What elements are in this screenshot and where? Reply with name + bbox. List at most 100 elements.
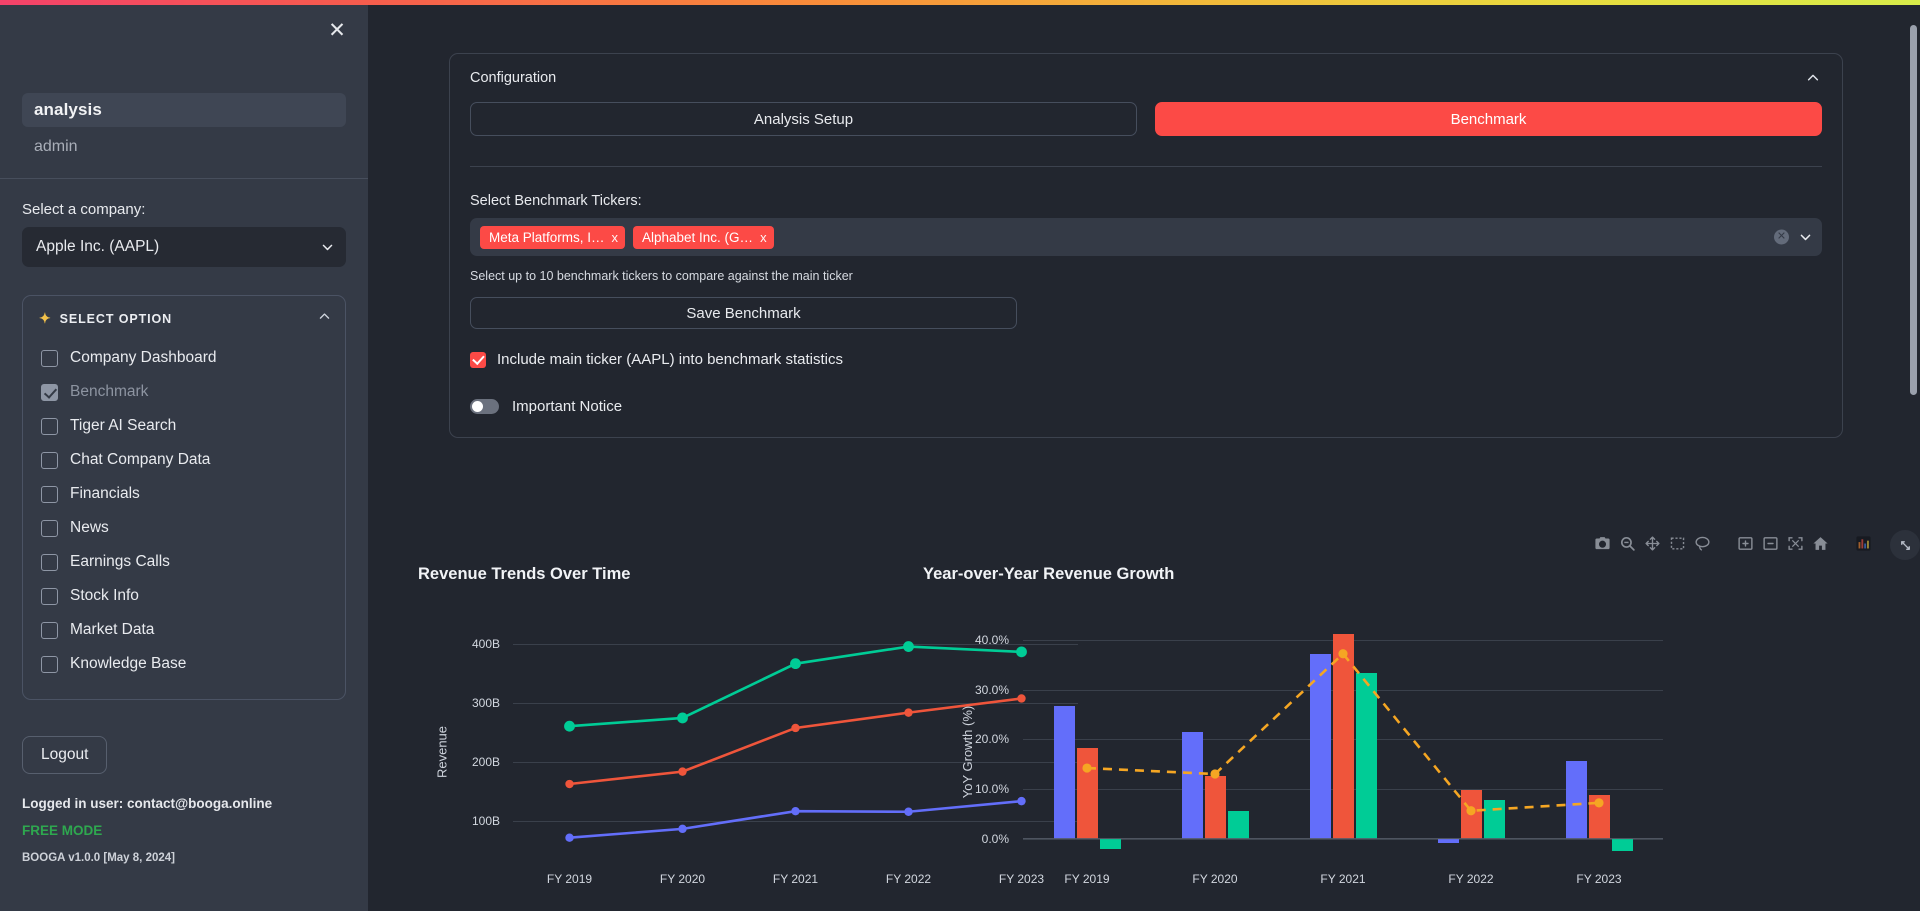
configuration-panel: Configuration Analysis Setup Benchmark S… — [449, 53, 1843, 438]
chevron-up-icon[interactable] — [318, 310, 331, 323]
save-benchmark-button[interactable]: Save Benchmark — [470, 297, 1017, 329]
chevron-down-icon — [321, 241, 334, 254]
checkbox-unchecked-icon — [41, 655, 58, 673]
lasso-select-icon[interactable] — [1694, 535, 1711, 552]
bar[interactable] — [1588, 794, 1610, 839]
data-point[interactable] — [903, 641, 914, 652]
data-point[interactable] — [678, 767, 687, 776]
x-tick-label: FY 2019 — [1064, 872, 1110, 886]
option-row[interactable]: Company Dashboard — [39, 341, 329, 375]
bar[interactable] — [1204, 775, 1226, 839]
option-label: Earnings Calls — [70, 553, 170, 570]
ticker-chip[interactable]: Alphabet Inc. (G… x — [633, 225, 774, 249]
pan-icon[interactable] — [1644, 535, 1661, 552]
data-point[interactable] — [678, 824, 687, 834]
option-row[interactable]: Stock Info — [39, 579, 329, 613]
clear-all-icon[interactable]: ✕ — [1774, 229, 1789, 245]
bar[interactable] — [1460, 789, 1482, 839]
remove-chip-icon[interactable]: x — [760, 230, 767, 245]
option-row[interactable]: Knowledge Base — [39, 647, 329, 681]
toggle-switch-off-icon — [470, 399, 499, 414]
close-icon[interactable]: ✕ — [324, 19, 350, 45]
data-point[interactable] — [677, 712, 688, 724]
chart-title: Year-over-Year Revenue Growth — [923, 565, 1175, 583]
account-mode-badge: FREE MODE — [22, 823, 103, 838]
camera-icon[interactable] — [1594, 535, 1611, 552]
logout-button[interactable]: Logout — [22, 736, 108, 774]
bar[interactable] — [1437, 838, 1459, 843]
vertical-scrollbar[interactable] — [1910, 25, 1917, 395]
sidebar: ✕ analysis admin Select a company: Apple… — [0, 5, 368, 911]
option-row[interactable]: Chat Company Data — [39, 443, 329, 477]
option-list: Company Dashboard Benchmark Tiger AI Searc… — [39, 341, 329, 681]
option-row[interactable]: Market Data — [39, 613, 329, 647]
app-name: analysis — [22, 93, 346, 127]
bar[interactable] — [1611, 838, 1633, 851]
autoscale-icon[interactable] — [1787, 535, 1804, 552]
option-label: Financials — [70, 485, 140, 502]
data-point[interactable] — [904, 807, 913, 816]
data-point[interactable] — [790, 658, 801, 670]
zoom-out-icon[interactable] — [1762, 535, 1779, 552]
bar[interactable] — [1076, 747, 1098, 839]
data-point[interactable] — [791, 723, 800, 733]
checkbox-unchecked-icon — [41, 485, 58, 503]
ticker-chip-label: Alphabet Inc. (G… — [642, 229, 754, 245]
data-point[interactable] — [904, 708, 913, 717]
bar[interactable] — [1483, 799, 1505, 839]
box-select-icon[interactable] — [1669, 535, 1686, 552]
company-select[interactable]: Apple Inc. (AAPL) — [22, 227, 346, 267]
x-tick-label: FY 2020 — [1192, 872, 1238, 886]
option-row[interactable]: Financials — [39, 477, 329, 511]
benchmark-tickers-input[interactable]: Meta Platforms, I… x Alphabet Inc. (G… x… — [470, 218, 1822, 256]
y-tick-label: 20.0% — [974, 732, 1009, 747]
bar[interactable] — [1099, 838, 1121, 849]
bar-plot-area[interactable]: YoY Growth (%) 0.0% 10.0% 20.0% 30.0% 40.0% F… — [923, 602, 1703, 902]
checkbox-unchecked-icon — [41, 553, 58, 571]
important-notice-toggle[interactable]: Important Notice — [470, 398, 1822, 415]
checkbox-checked-icon — [470, 351, 486, 368]
zoom-in-icon[interactable] — [1737, 535, 1754, 552]
option-row[interactable]: Earnings Calls — [39, 545, 329, 579]
bar[interactable] — [1181, 731, 1203, 839]
select-option-header[interactable]: ✦ SELECT OPTION — [39, 310, 331, 327]
option-row[interactable]: Benchmark — [39, 375, 329, 409]
bar[interactable] — [1355, 673, 1377, 839]
plot-modebar — [1594, 535, 1872, 552]
checkbox-unchecked-icon — [41, 587, 58, 605]
remove-chip-icon[interactable]: x — [612, 230, 619, 245]
bar[interactable] — [1565, 761, 1587, 839]
tab-analysis-setup[interactable]: Analysis Setup — [470, 102, 1137, 136]
zoom-icon[interactable] — [1619, 535, 1636, 552]
bar[interactable] — [1309, 653, 1331, 839]
expand-fullscreen-icon[interactable] — [1890, 530, 1920, 560]
gradient-accent-bar — [0, 0, 1920, 5]
option-label: Company Dashboard — [70, 349, 217, 366]
bar[interactable] — [1227, 811, 1249, 839]
sidebar-header: analysis admin — [0, 5, 368, 156]
select-option-card: ✦ SELECT OPTION Company Dashboard Benchma… — [22, 295, 346, 700]
x-tick-label: FY 2021 — [1320, 872, 1366, 886]
company-select-value: Apple Inc. (AAPL) — [36, 238, 160, 255]
bar[interactable] — [1053, 705, 1075, 839]
y-tick-label: 40.0% — [974, 632, 1009, 647]
include-main-ticker-checkbox[interactable]: Include main ticker (AAPL) into benchmar… — [470, 351, 1822, 368]
chevron-down-icon[interactable] — [1799, 231, 1812, 244]
home-reset-icon[interactable] — [1812, 535, 1829, 552]
option-label: Market Data — [70, 621, 155, 638]
checkbox-unchecked-icon — [41, 519, 58, 537]
option-row[interactable]: News — [39, 511, 329, 545]
plotly-logo-icon[interactable] — [1855, 535, 1872, 552]
checkbox-checked-icon — [41, 383, 58, 401]
data-point[interactable] — [565, 779, 574, 789]
checkbox-unchecked-icon — [41, 621, 58, 639]
data-point[interactable] — [565, 833, 574, 842]
chevron-up-icon[interactable] — [1806, 71, 1820, 85]
bar[interactable] — [1332, 633, 1354, 839]
data-point[interactable] — [564, 720, 575, 732]
data-point[interactable] — [791, 806, 800, 816]
option-row[interactable]: Tiger AI Search — [39, 409, 329, 443]
important-notice-label: Important Notice — [512, 398, 623, 415]
ticker-chip[interactable]: Meta Platforms, I… x — [480, 225, 625, 249]
tab-benchmark[interactable]: Benchmark — [1155, 102, 1822, 136]
